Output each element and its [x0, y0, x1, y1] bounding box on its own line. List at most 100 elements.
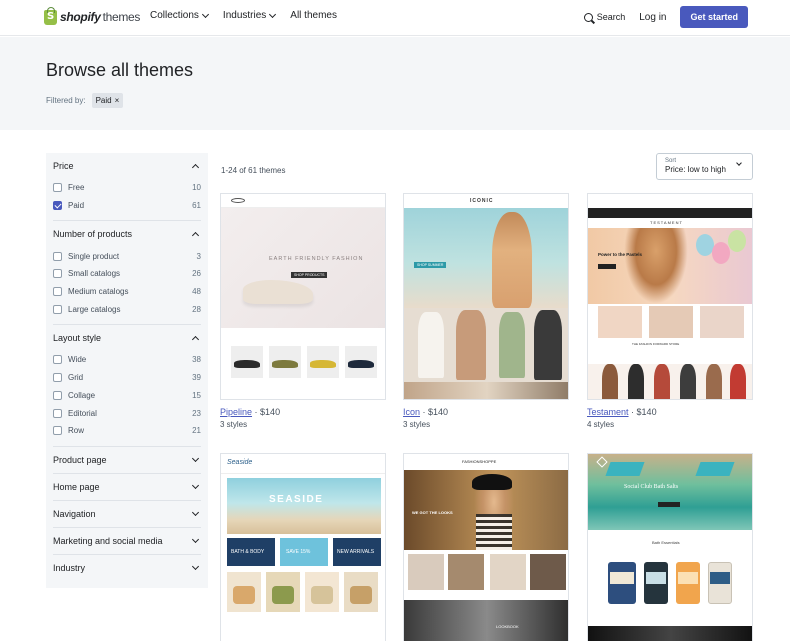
filter-header-layout[interactable]: Layout style: [53, 325, 201, 351]
filter-option-wide[interactable]: Wide 38: [53, 351, 201, 369]
theme-styles: 3 styles: [220, 420, 248, 429]
login-link[interactable]: Log in: [639, 12, 666, 23]
preview-tile-3: NEW ARRIVALS: [337, 549, 375, 555]
filter-option-editorial[interactable]: Editorial 23: [53, 404, 201, 422]
close-icon[interactable]: ×: [115, 96, 120, 105]
theme-preview-fashionshoppe[interactable]: FASHIONSHOPPE WE GOT THE LOOKS LOOKBOOK: [403, 453, 569, 641]
filter-option-single-product[interactable]: Single product 3: [53, 247, 201, 265]
filter-title: Number of products: [53, 229, 133, 240]
checkbox[interactable]: [53, 355, 62, 365]
filter-header-marketing[interactable]: Marketing and social media: [53, 528, 201, 554]
filter-option-row[interactable]: Row 21: [53, 422, 201, 440]
filter-option-large-catalogs[interactable]: Large catalogs 28: [53, 300, 201, 318]
theme-name-link[interactable]: Testament: [587, 407, 629, 417]
nav-industries[interactable]: Industries: [223, 10, 277, 21]
sort-value: Price: low to high: [665, 165, 726, 174]
checkbox[interactable]: [53, 304, 62, 314]
theme-preview-icon[interactable]: ICONIC SHOP SUMMER: [403, 193, 569, 400]
filter-title: Home page: [53, 481, 100, 492]
theme-styles: 3 styles: [403, 420, 431, 429]
filter-option-collage[interactable]: Collage 15: [53, 387, 201, 405]
theme-card-fashionshoppe[interactable]: FASHIONSHOPPE WE GOT THE LOOKS LOOKBOOK: [403, 453, 569, 641]
checkbox[interactable]: [53, 287, 62, 297]
filter-header-home-page[interactable]: Home page: [53, 474, 201, 500]
nav-collections[interactable]: Collections: [150, 10, 209, 21]
chevron-down-icon: [191, 508, 200, 516]
theme-preview-pipeline[interactable]: EARTH FRIENDLY FASHION SHOP PRODUCTS: [220, 193, 386, 400]
checkbox[interactable]: [53, 373, 62, 383]
filter-option-paid[interactable]: Paid 61: [53, 197, 201, 215]
chevron-down-icon: [269, 10, 277, 18]
checkbox-checked[interactable]: [53, 201, 62, 211]
chevron-down-icon: [201, 10, 209, 18]
filter-option-label: Editorial: [68, 408, 97, 418]
filter-header-product-page[interactable]: Product page: [53, 447, 201, 473]
filter-header-price[interactable]: Price: [53, 153, 201, 179]
checkbox[interactable]: [53, 408, 62, 418]
checkbox[interactable]: [53, 390, 62, 400]
checkbox[interactable]: [53, 251, 62, 261]
filter-option-label: Small catalogs: [68, 269, 121, 279]
theme-preview-testament[interactable]: TESTAMENT Power to the Pastels THE FASHI…: [587, 193, 753, 400]
shopify-themes-logo[interactable]: shopifythemes: [44, 6, 140, 27]
search-button[interactable]: Search: [583, 12, 625, 22]
get-started-button[interactable]: Get started: [680, 6, 748, 28]
preview-section-title: Bath Essentials: [652, 540, 680, 545]
filter-title: Industry: [53, 562, 86, 573]
filter-option-label: Large catalogs: [68, 304, 121, 314]
filter-header-industry[interactable]: Industry: [53, 555, 201, 581]
chevron-down-icon: [191, 535, 200, 543]
page-title: Browse all themes: [46, 60, 194, 80]
preview-button: SHOP SUMMER: [414, 262, 447, 268]
filter-option-label: Row: [68, 426, 85, 436]
theme-name-link[interactable]: Icon: [403, 407, 420, 417]
sort-select[interactable]: Sort Price: low to high: [656, 153, 753, 180]
preview-headline: SEASIDE: [269, 494, 324, 505]
theme-card-bath-salts[interactable]: Social Club Bath Salts Bath Essentials: [587, 453, 753, 641]
checkbox[interactable]: [53, 426, 62, 436]
theme-card-icon[interactable]: ICONIC SHOP SUMMER Icon · $140 3 styles: [403, 193, 569, 429]
preview-headline: WE GOT THE LOOKS: [412, 510, 453, 515]
filter-option-label: Collage: [68, 390, 96, 400]
filter-option-label: Wide: [68, 355, 87, 365]
filter-group-layout: Layout style Wide 38 Grid 39 Collage 15 …: [53, 325, 201, 447]
filter-option-count: 15: [192, 390, 201, 400]
filter-chip-paid[interactable]: Paid ×: [91, 93, 124, 108]
filter-header-navigation[interactable]: Navigation: [53, 501, 201, 527]
filter-header-products[interactable]: Number of products: [53, 221, 201, 247]
filter-option-free[interactable]: Free 10: [53, 179, 201, 197]
filter-option-count: 10: [192, 183, 201, 193]
preview-tile-2: SAVE 15%: [286, 549, 311, 555]
filter-title: Product page: [53, 454, 107, 465]
filter-option-small-catalogs[interactable]: Small catalogs 26: [53, 265, 201, 283]
filter-title: Price: [53, 161, 74, 171]
theme-card-testament[interactable]: TESTAMENT Power to the Pastels THE FASHI…: [587, 193, 753, 429]
theme-name-link[interactable]: Pipeline: [220, 407, 252, 417]
theme-price: $140: [260, 407, 281, 417]
filter-group-marketing: Marketing and social media: [53, 528, 201, 555]
preview-logo: Seaside: [227, 459, 253, 466]
filter-option-label: Free: [68, 183, 85, 193]
filter-option-count: 23: [192, 408, 201, 418]
filter-option-count: 38: [192, 355, 201, 365]
filter-option-grid[interactable]: Grid 39: [53, 369, 201, 387]
filter-option-count: 26: [192, 269, 201, 279]
chevron-up-icon: [191, 336, 200, 344]
nav-all-themes-label: All themes: [290, 10, 337, 21]
checkbox[interactable]: [53, 269, 62, 279]
filter-option-label: Grid: [68, 373, 84, 383]
filter-option-count: 21: [192, 426, 201, 436]
filter-option-medium-catalogs[interactable]: Medium catalogs 48: [53, 283, 201, 301]
filter-option-label: Single product: [68, 251, 120, 261]
theme-card-pipeline[interactable]: EARTH FRIENDLY FASHION SHOP PRODUCTS Pip…: [220, 193, 386, 429]
theme-price: $140: [636, 407, 657, 417]
nav-all-themes[interactable]: All themes: [290, 10, 337, 21]
hero-banner: Browse all themes Filtered by: Paid ×: [0, 37, 790, 130]
preview-headline: Power to the Pastels: [598, 252, 643, 257]
theme-preview-bath-salts[interactable]: Social Club Bath Salts Bath Essentials: [587, 453, 753, 641]
filter-option-count: 48: [192, 287, 201, 297]
theme-card-seaside[interactable]: Seaside SEASIDE BATH & BODY SAVE 15% NEW…: [220, 453, 386, 641]
checkbox[interactable]: [53, 183, 62, 193]
theme-preview-seaside[interactable]: Seaside SEASIDE BATH & BODY SAVE 15% NEW…: [220, 453, 386, 641]
filter-option-count: 3: [196, 251, 201, 261]
